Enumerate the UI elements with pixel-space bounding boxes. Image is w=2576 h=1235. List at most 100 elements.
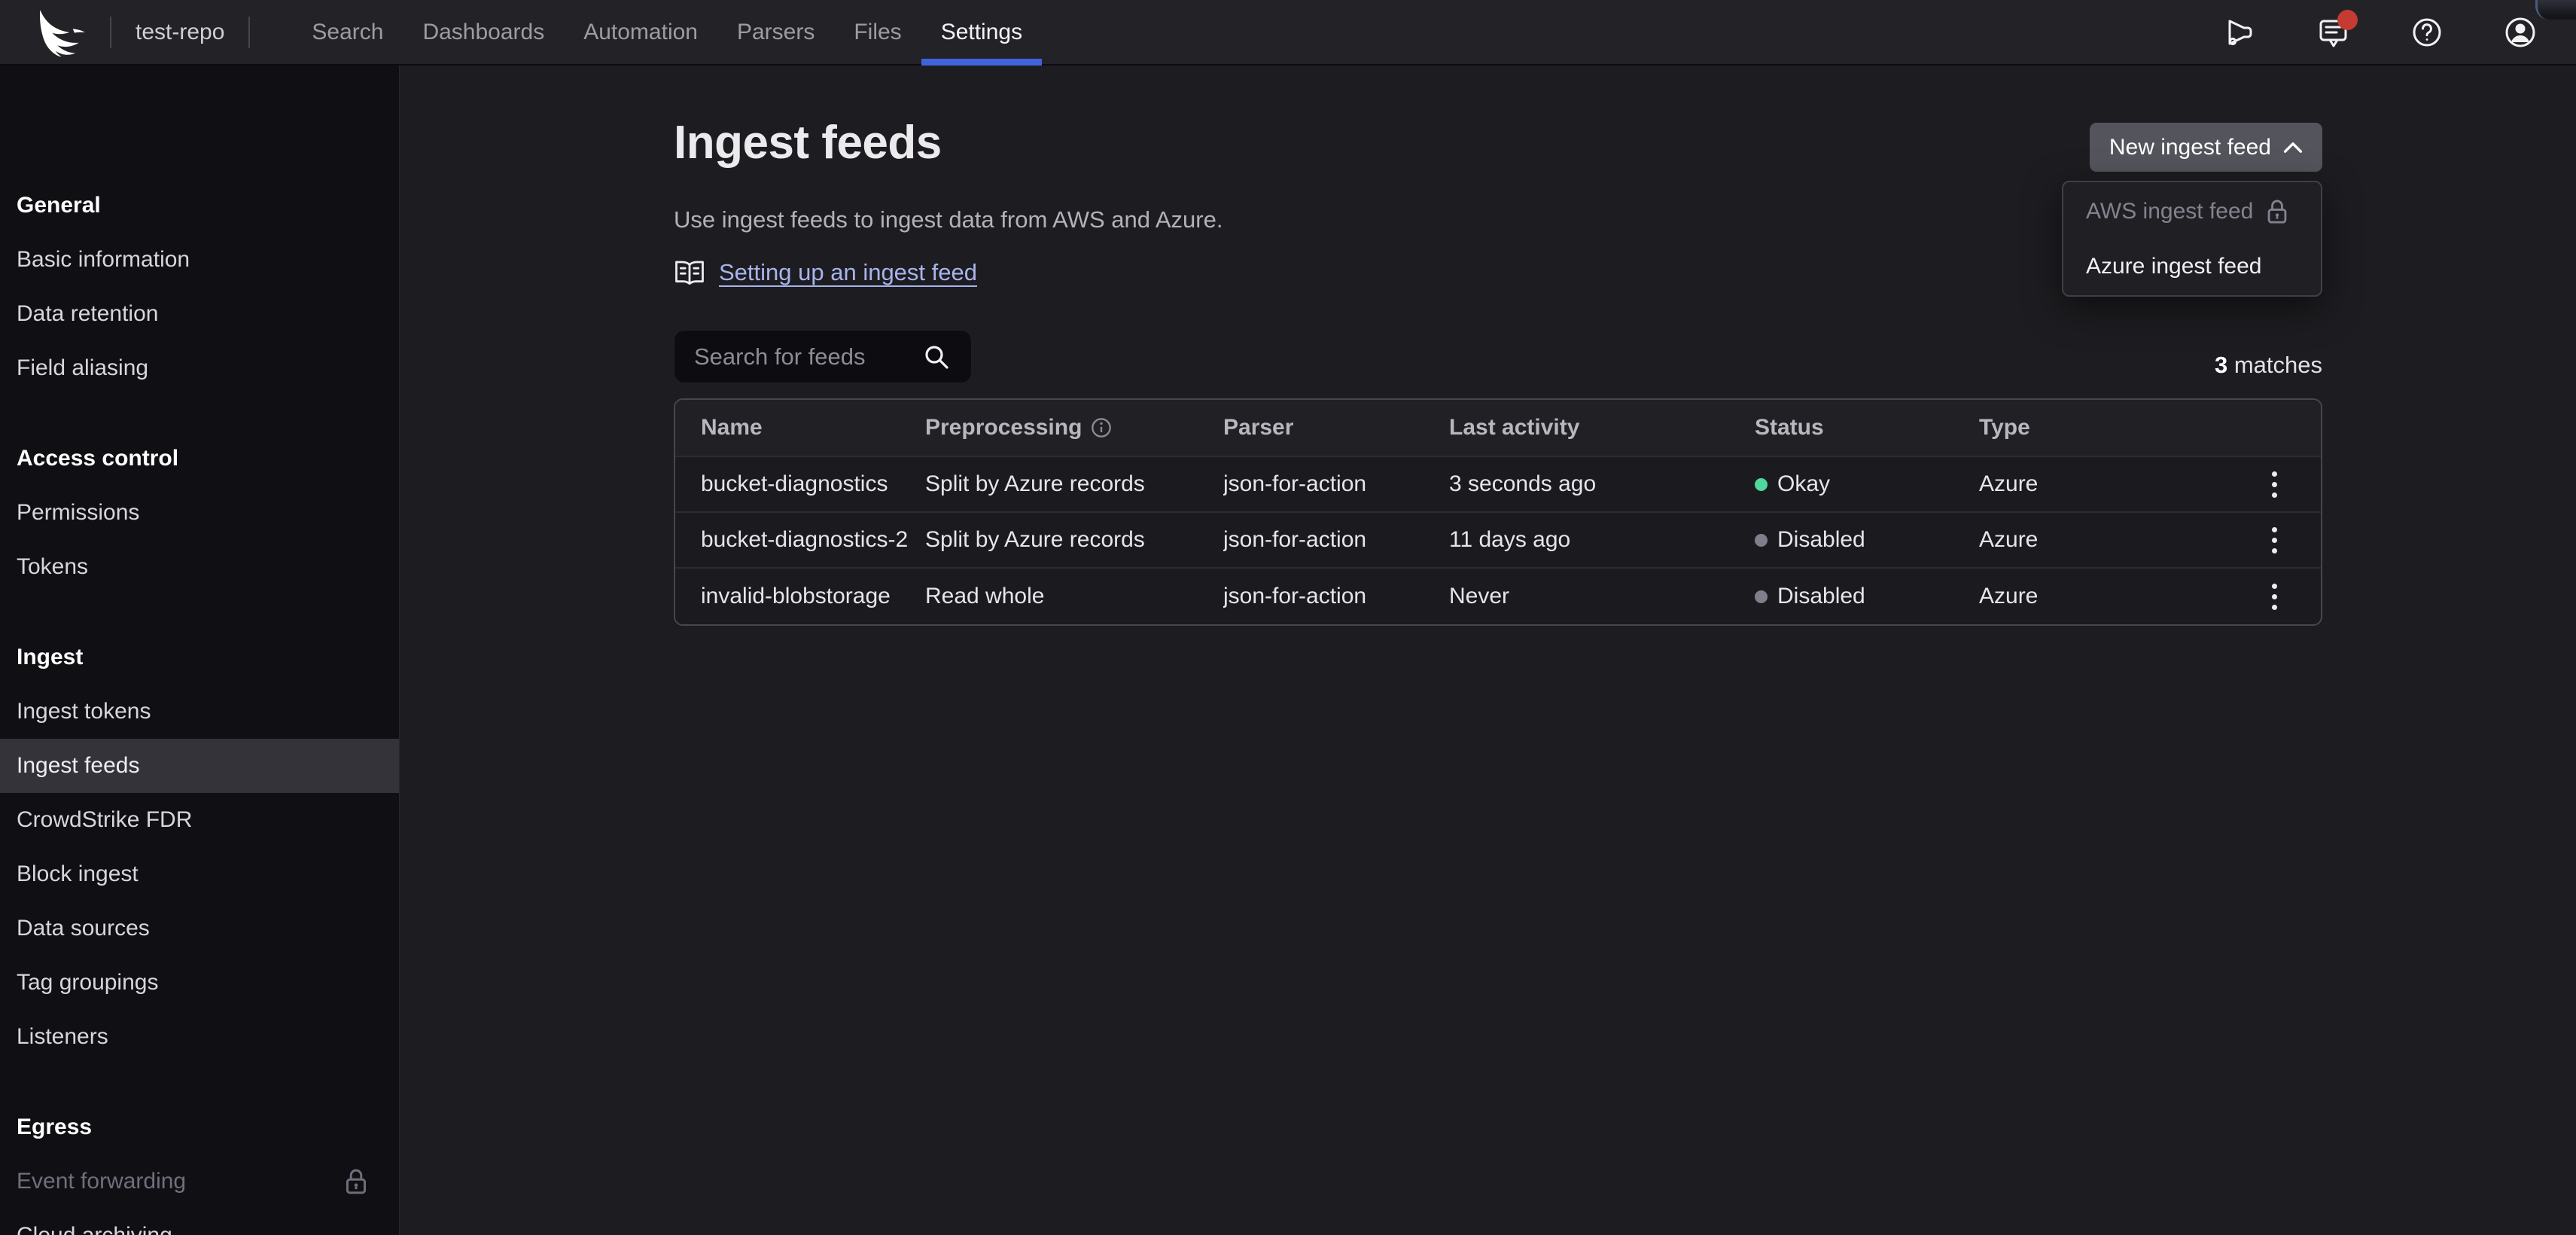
matches-label: matches [2234, 352, 2322, 378]
status-dot [1755, 534, 1768, 547]
avatar-icon [2504, 16, 2537, 49]
sidebar-item-ingest-tokens[interactable]: Ingest tokens [0, 685, 399, 739]
cell-name: bucket-diagnostics [701, 471, 925, 497]
sidebar-section-title: Egress [0, 1100, 399, 1154]
cell-type: Azure [1979, 584, 2253, 609]
cell-parser: json-for-action [1223, 471, 1449, 497]
column-header-type: Type [1979, 415, 2253, 441]
sidebar-item-field-aliasing[interactable]: Field aliasing [0, 341, 399, 395]
nav-tab-automation[interactable]: Automation [564, 0, 717, 64]
table-header-row: Name Preprocessing Parser Last activity … [675, 400, 2321, 457]
setup-ingest-feed-link[interactable]: Setting up an ingest feed [719, 259, 977, 286]
messages-button[interactable] [2317, 16, 2350, 49]
cell-preprocessing: Split by Azure records [925, 471, 1223, 497]
sidebar-item-ingest-feeds[interactable]: Ingest feeds [0, 739, 399, 793]
table-row: bucket-diagnostics-2 Split by Azure reco… [675, 513, 2321, 569]
topbar-divider [248, 17, 250, 48]
cell-last-activity: 3 seconds ago [1449, 471, 1755, 497]
column-header-name: Name [701, 415, 925, 441]
matches-number: 3 [2215, 352, 2227, 378]
nav-tab-files[interactable]: Files [834, 0, 921, 64]
sidebar-item-tag-groupings[interactable]: Tag groupings [0, 956, 399, 1010]
sidebar-section-general: General Basic information Data retention… [0, 178, 399, 395]
cell-name: bucket-diagnostics-2 [701, 527, 925, 553]
table-row: invalid-blobstorage Read whole json-for-… [675, 569, 2321, 624]
sidebar-item-cloud-archiving[interactable]: Cloud archiving [0, 1209, 399, 1235]
row-actions-menu-button[interactable] [2253, 463, 2295, 505]
cell-parser: json-for-action [1223, 527, 1449, 553]
table-row: bucket-diagnostics Split by Azure record… [675, 457, 2321, 513]
top-navigation-bar: test-repo Search Dashboards Automation P… [0, 0, 2576, 66]
topbar-actions [2224, 0, 2576, 64]
page-header: Ingest feeds New ingest feed AWS ingest … [674, 118, 2322, 172]
new-ingest-feed-button[interactable]: New ingest feed [2090, 123, 2322, 172]
info-icon[interactable] [1091, 417, 1112, 438]
help-icon [2410, 16, 2444, 49]
megaphone-icon [2224, 16, 2257, 49]
cell-preprocessing: Read whole [925, 584, 1223, 609]
column-header-parser: Parser [1223, 415, 1449, 441]
repo-name[interactable]: test-repo [111, 0, 248, 64]
sidebar-item-data-retention[interactable]: Data retention [0, 287, 399, 341]
cell-status: Disabled [1755, 584, 1979, 609]
app-root: test-repo Search Dashboards Automation P… [0, 0, 2576, 1235]
active-tab-underline [921, 59, 1042, 66]
main-content: Ingest feeds New ingest feed AWS ingest … [400, 66, 2576, 1235]
status-dot [1755, 590, 1768, 603]
primary-nav: Search Dashboards Automation Parsers Fil… [292, 0, 1042, 64]
ingest-feeds-table: Name Preprocessing Parser Last activity … [674, 398, 2322, 626]
falcon-logo-icon [32, 8, 93, 56]
sidebar-section-access-control: Access control Permissions Tokens [0, 431, 399, 594]
row-actions-menu-button[interactable] [2253, 575, 2295, 618]
nav-tab-settings[interactable]: Settings [921, 0, 1042, 64]
crowdstrike-logo[interactable] [15, 0, 110, 64]
new-ingest-feed-dropdown: AWS ingest feed Azure ingest feed [2062, 181, 2322, 297]
feeds-search-box [674, 330, 972, 383]
sidebar-item-data-sources[interactable]: Data sources [0, 901, 399, 956]
cell-last-activity: Never [1449, 584, 1755, 609]
sidebar-item-tokens[interactable]: Tokens [0, 540, 399, 594]
cell-status: Okay [1755, 471, 1979, 497]
account-button[interactable] [2504, 16, 2537, 49]
search-icon [921, 342, 952, 372]
settings-sidebar: General Basic information Data retention… [0, 66, 400, 1235]
sidebar-item-block-ingest[interactable]: Block ingest [0, 847, 399, 901]
dropdown-item-aws-ingest-feed[interactable]: AWS ingest feed [2063, 184, 2321, 239]
cell-preprocessing: Split by Azure records [925, 527, 1223, 553]
column-header-preprocessing: Preprocessing [925, 415, 1223, 441]
cell-type: Azure [1979, 527, 2253, 553]
cell-status: Disabled [1755, 527, 1979, 553]
sidebar-item-permissions[interactable]: Permissions [0, 486, 399, 540]
page-title: Ingest feeds [674, 118, 942, 167]
sidebar-section-egress: Egress Event forwarding Cloud archiving [0, 1100, 399, 1235]
sidebar-item-listeners[interactable]: Listeners [0, 1010, 399, 1064]
table-toolbar: 3 matches [674, 330, 2322, 383]
nav-tab-search[interactable]: Search [292, 0, 403, 64]
unread-badge [2337, 10, 2358, 30]
cell-type: Azure [1979, 471, 2253, 497]
nav-tab-parsers[interactable]: Parsers [717, 0, 834, 64]
sidebar-item-crowdstrike-fdr[interactable]: CrowdStrike FDR [0, 793, 399, 847]
chevron-up-icon [2283, 142, 2303, 154]
nav-tab-dashboards[interactable]: Dashboards [403, 0, 564, 64]
sidebar-item-event-forwarding[interactable]: Event forwarding [0, 1154, 399, 1209]
matches-count: 3 matches [2215, 352, 2322, 383]
help-button[interactable] [2410, 16, 2444, 49]
sidebar-section-title: Ingest [0, 630, 399, 685]
column-header-last-activity: Last activity [1449, 415, 1755, 441]
lock-icon [2265, 198, 2289, 225]
dropdown-item-azure-ingest-feed[interactable]: Azure ingest feed [2063, 239, 2321, 294]
screen-corner-artifact [2535, 0, 2576, 20]
cell-last-activity: 11 days ago [1449, 527, 1755, 553]
sidebar-item-basic-information[interactable]: Basic information [0, 233, 399, 287]
feeds-search-input[interactable] [694, 343, 921, 370]
sidebar-section-title: Access control [0, 431, 399, 486]
status-dot [1755, 478, 1768, 491]
book-icon [674, 259, 705, 286]
sidebar-section-ingest: Ingest Ingest tokens Ingest feeds CrowdS… [0, 630, 399, 1064]
lock-icon [343, 1167, 369, 1196]
announcements-button[interactable] [2224, 16, 2257, 49]
cell-parser: json-for-action [1223, 584, 1449, 609]
column-header-status: Status [1755, 415, 1979, 441]
row-actions-menu-button[interactable] [2253, 519, 2295, 561]
